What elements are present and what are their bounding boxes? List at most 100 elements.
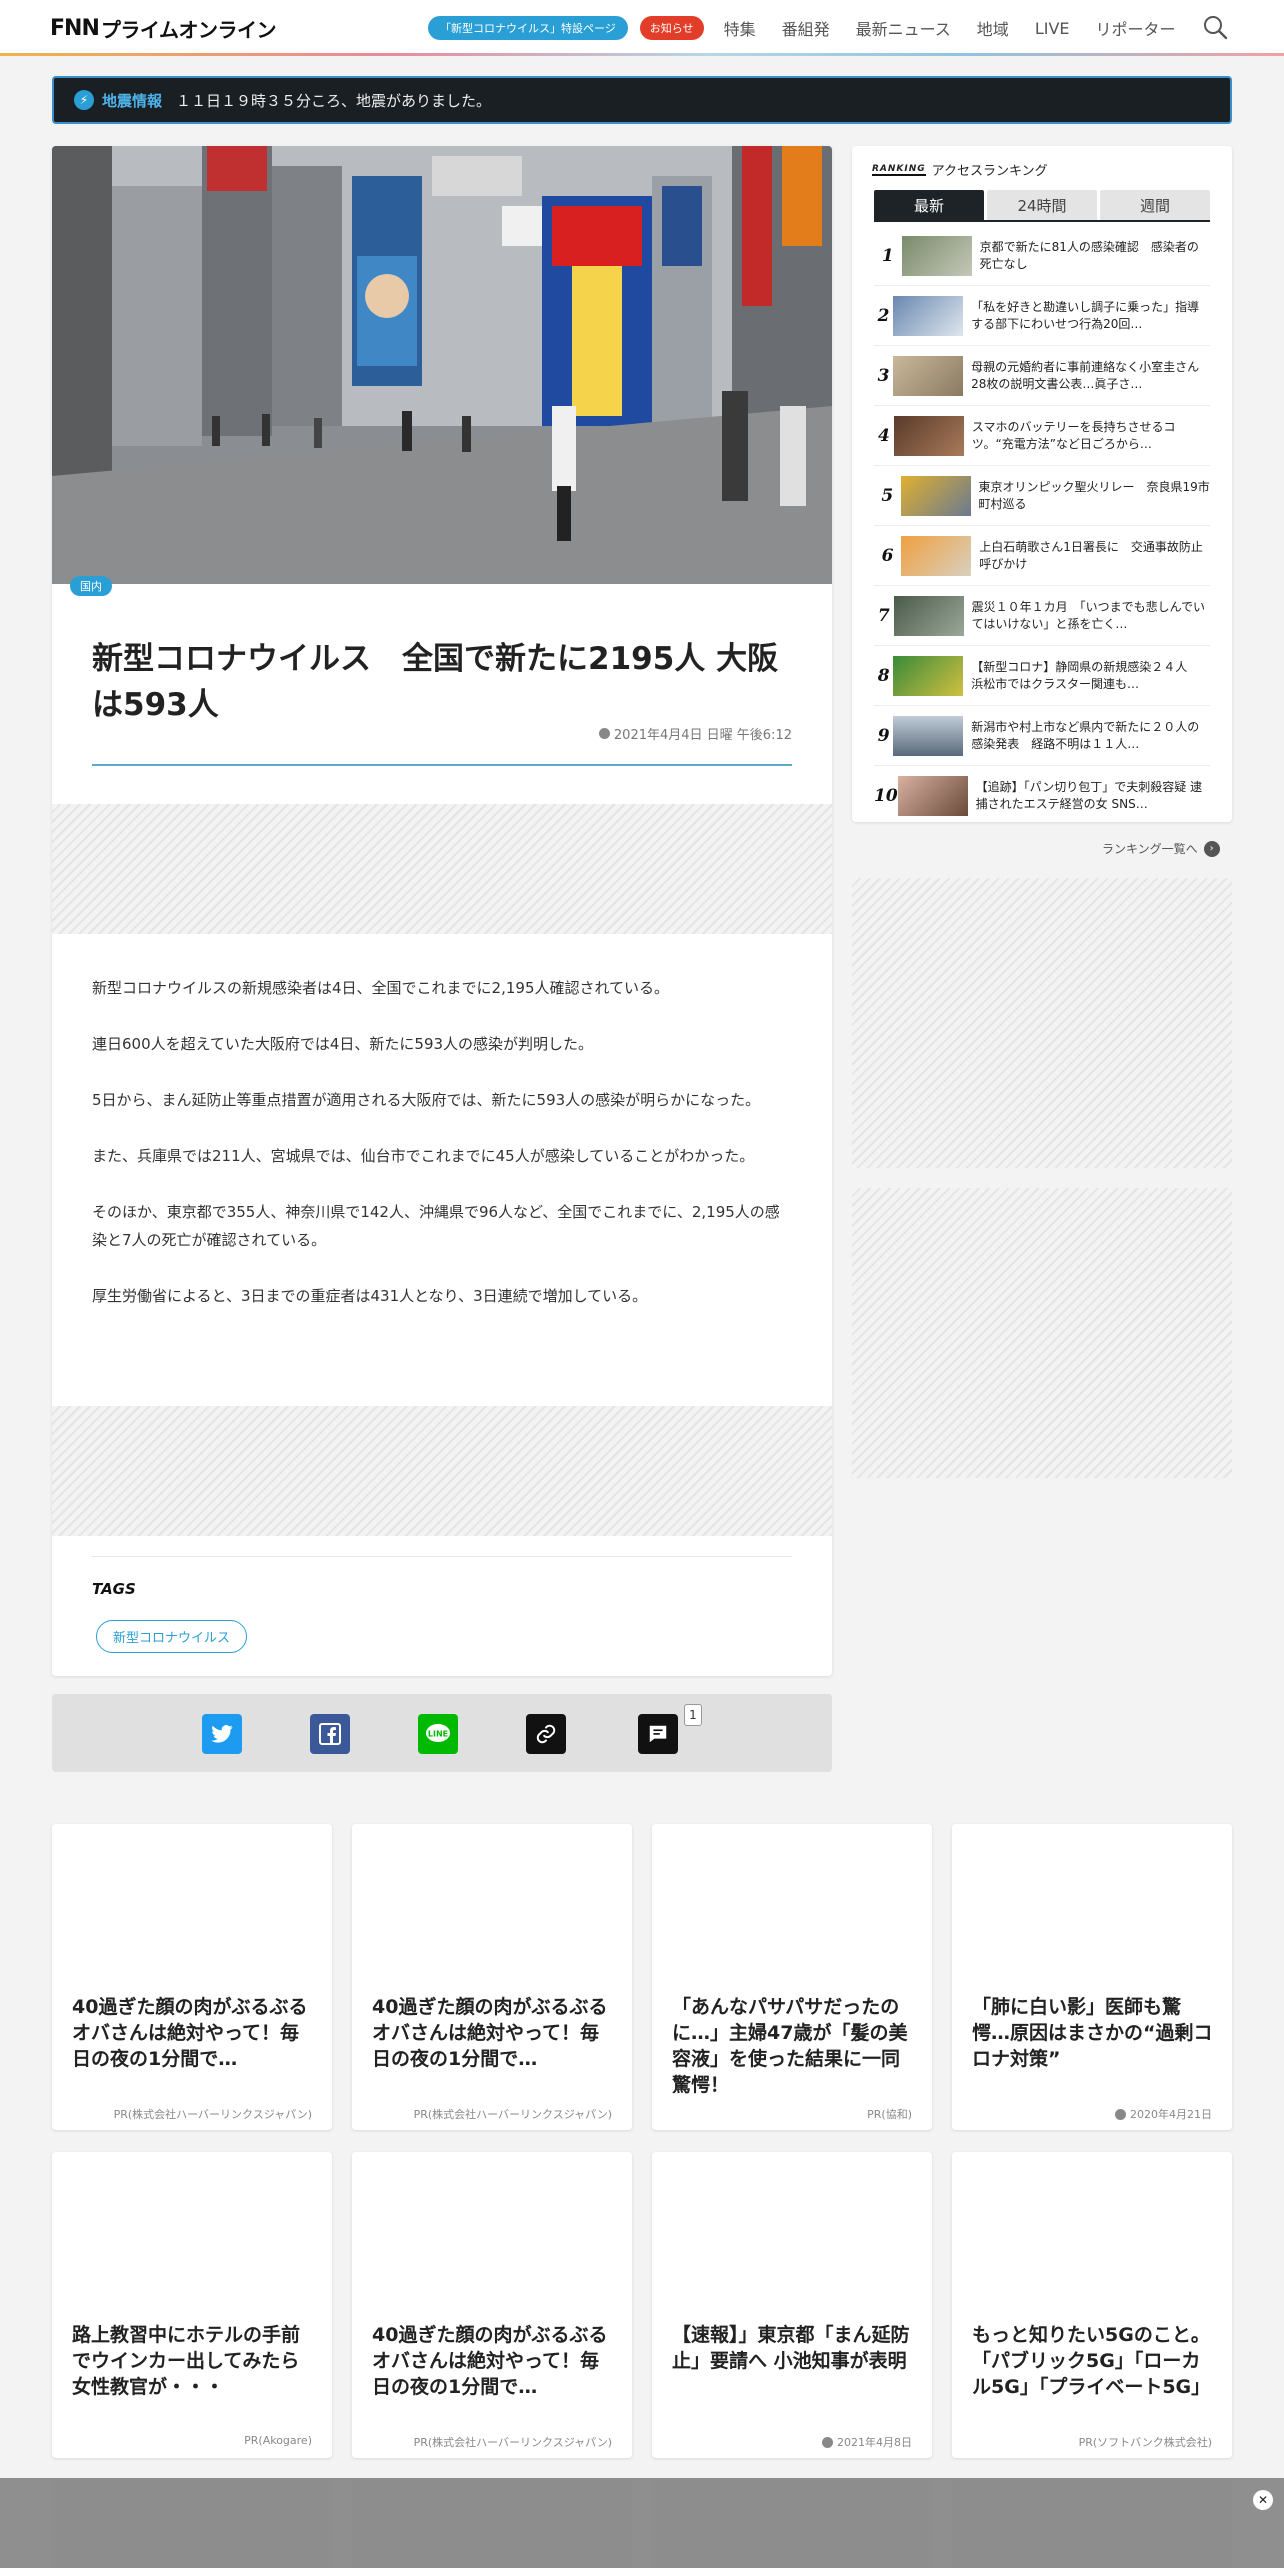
- facebook-share-button[interactable]: [310, 1714, 350, 1754]
- recommend-meta: PR(ソフトバンク株式会社): [1078, 2436, 1212, 2449]
- tags-divider: [92, 1556, 792, 1557]
- ranking-headline: スマホのバッテリーを長持ちさせるコツ。“充電方法”など日ごろから…: [971, 419, 1176, 451]
- ranking-item[interactable]: 2 「私を好きと勘違いし調子に乗った」指導する部下にわいせつ行為20回…: [874, 286, 1210, 346]
- special-page-link[interactable]: 「新型コロナウイルス」特設ページ: [428, 16, 628, 40]
- clock-icon: [822, 2436, 833, 2448]
- logo-text: プライムオンライン: [100, 17, 277, 42]
- side-ad-placeholder-1: [852, 878, 1232, 1168]
- article-date-text: 2021年4月4日 日曜 午後6:12: [613, 728, 792, 743]
- recommend-date: 2021年4月8日: [837, 2436, 912, 2449]
- lightning-icon: ⚡: [74, 90, 94, 110]
- twitter-icon: [211, 1725, 233, 1743]
- ranking-number: 7: [877, 605, 890, 626]
- ranking-logo: RANKING: [872, 163, 926, 176]
- ranking-item[interactable]: 8 【新型コロナ】静岡県の新規感染２４人 浜松市ではクラスター関連も…: [874, 646, 1210, 706]
- article-paragraph: 連日600人を超えていた大阪府では4日、新たに593人の感染が判明した。: [92, 1035, 594, 1053]
- ranking-item[interactable]: 5 東京オリンピック聖火リレー 奈良県19市町村巡る: [874, 466, 1210, 526]
- ranking-item[interactable]: 9 新潟市や村上市など県内で新たに２０人の感染発表 経路不明は１１人…: [874, 706, 1210, 766]
- recommend-card[interactable]: 40過ぎた顔の肉がぶるぶるオバさんは絶対やって！毎日の夜の1分間で… PR(株式…: [352, 1824, 632, 2130]
- ranking-headline: 「私を好きと勘違いし調子に乗った」指導する部下にわいせつ行為20回…: [971, 299, 1200, 331]
- comment-icon: [649, 1725, 667, 1743]
- recommend-title: もっと知りたい5Gのこと。「パブリック5G」「ローカル5G」「プライベート5G」: [972, 2324, 1211, 2398]
- ranking-item[interactable]: 7 震災１０年１カ月 「いつまでも悲しんでいてはいけない」と孫を亡く…: [874, 586, 1210, 646]
- nav-live[interactable]: LIVE: [1035, 19, 1070, 38]
- main-nav: 「新型コロナウイルス」特設ページ お知らせ 特集 番組発 最新ニュース 地域 L…: [428, 14, 1202, 42]
- tab-weekly[interactable]: 週間: [1100, 190, 1210, 220]
- comment-button[interactable]: [638, 1714, 678, 1754]
- ranking-item[interactable]: 4 スマホのバッテリーを長持ちさせるコツ。“充電方法”など日ごろから…: [874, 406, 1210, 466]
- twitter-share-button[interactable]: [202, 1714, 242, 1754]
- recommend-card[interactable]: 40過ぎた顔の肉がぶるぶるオバさんは絶対やって！毎日の夜の1分間で… PR(株式…: [352, 2152, 632, 2458]
- recommend-card[interactable]: 路上教習中にホテルの手前でウインカー出してみたら女性教官が・・・ PR(Akog…: [52, 2152, 332, 2458]
- facebook-icon: [319, 1723, 341, 1745]
- ranking-thumbnail: [893, 655, 964, 696]
- header-gradient-line: [0, 53, 1284, 56]
- tab-24h[interactable]: 24時間: [987, 190, 1097, 220]
- ranking-headline: 母親の元婚約者に事前連絡なく小室圭さん28枚の説明文書公表…眞子さ…: [971, 359, 1200, 391]
- site-logo[interactable]: FNN プライムオンライン: [50, 16, 277, 42]
- article-body: 新型コロナウイルスの新規感染者は4日、全国でこれまでに2,195人確認されている…: [92, 974, 792, 1338]
- recommend-card[interactable]: もっと知りたい5Gのこと。「パブリック5G」「ローカル5G」「プライベート5G」…: [952, 2152, 1232, 2458]
- ranking-item[interactable]: 3 母親の元婚約者に事前連絡なく小室圭さん28枚の説明文書公表…眞子さ…: [874, 346, 1210, 406]
- ranking-number: 4: [878, 425, 890, 446]
- article-card: 国内 新型コロナウイルス 全国で新たに2195人 大阪は593人 2021年4月…: [52, 146, 832, 1676]
- nav-region[interactable]: 地域: [977, 16, 1009, 40]
- earthquake-alert[interactable]: ⚡ 地震情報 １１日１９時３５分ころ、地震がありました。: [52, 76, 1232, 124]
- recommend-meta: 2021年4月8日: [822, 2434, 912, 2450]
- ranking-thumbnail: [897, 776, 968, 816]
- recommend-title: 「あんなパサパサだったのに…」主婦47歳が「髪の美容液」を使った結果に一同驚愕！: [672, 1996, 908, 2096]
- ranking-tabs-underline: [874, 220, 1210, 222]
- ranking-item[interactable]: 6 上白石萌歌さん1日署長に 交通事故防止呼びかけ: [874, 526, 1210, 586]
- ranking-title: アクセスランキング: [931, 164, 1048, 179]
- search-icon[interactable]: [1202, 14, 1228, 40]
- ranking-thumbnail: [900, 475, 971, 516]
- ranking-more-link[interactable]: ランキング一覧へ ›: [1102, 840, 1220, 857]
- recommend-title: 【速報】」東京都「まん延防止」要請へ 小池知事が表明: [672, 2324, 910, 2372]
- recommend-card[interactable]: 「肺に白い影」医師も驚愕…原因はまさかの“過剰コロナ対策” 2020年4月21日: [952, 1824, 1232, 2130]
- recommend-card[interactable]: 「あんなパサパサだったのに…」主婦47歳が「髪の美容液」を使った結果に一同驚愕！…: [652, 1824, 932, 2130]
- ranking-thumbnail: [893, 415, 964, 456]
- alert-label: 地震情報: [102, 91, 163, 110]
- tag-covid[interactable]: 新型コロナウイルス: [96, 1620, 248, 1653]
- ranking-headline: 上白石萌歌さん1日署長に 交通事故防止呼びかけ: [979, 539, 1203, 571]
- close-icon[interactable]: ✕: [1253, 2490, 1273, 2510]
- ranking-item[interactable]: 1 京都で新たに81人の感染確認 感染者の死亡なし: [874, 226, 1210, 286]
- title-divider: [92, 764, 792, 766]
- category-badge[interactable]: 国内: [70, 576, 112, 596]
- ranking-number: 6: [881, 545, 894, 566]
- copy-link-button[interactable]: [526, 1714, 566, 1754]
- chevron-right-icon: ›: [1203, 840, 1220, 857]
- clock-icon: [598, 728, 610, 739]
- nav-latest-news[interactable]: 最新ニュース: [856, 16, 951, 40]
- tab-latest[interactable]: 最新: [874, 190, 984, 220]
- side-ad-placeholder-2: [852, 1188, 1232, 1478]
- article-paragraph: 5日から、まん延防止等重点措置が適用される大阪府では、新たに593人の感染が明ら…: [92, 1091, 761, 1109]
- recommend-title: 40過ぎた顔の肉がぶるぶるオバさんは絶対やって！毎日の夜の1分間で…: [372, 1996, 608, 2070]
- ranking-item[interactable]: 10 【追跡】「パン切り包丁」で夫刺殺容疑 逮捕されたエステ経営の女 SNS…: [874, 766, 1210, 826]
- nav-reporter[interactable]: リポーター: [1096, 16, 1176, 40]
- recommend-meta: PR(株式会社ハーバーリンクスジャパン): [413, 2436, 612, 2449]
- nav-feature[interactable]: 特集: [724, 16, 756, 40]
- recommend-card[interactable]: 40過ぎた顔の肉がぶるぶるオバさんは絶対やって！毎日の夜の1分間で… PR(株式…: [52, 1824, 332, 2130]
- article-paragraph: そのほか、東京都で355人、神奈川県で142人、沖縄県で96人など、全国でこれま…: [92, 1203, 780, 1249]
- comment-count: 1: [684, 1704, 702, 1726]
- recommend-title: 40過ぎた顔の肉がぶるぶるオバさんは絶対やって！毎日の夜の1分間で…: [72, 1996, 308, 2070]
- article-date: 2021年4月4日 日曜 午後6:12: [598, 724, 792, 743]
- article-paragraph: 新型コロナウイルスの新規感染者は4日、全国でこれまでに2,195人確認されている…: [92, 979, 670, 997]
- article-title: 新型コロナウイルス 全国で新たに2195人 大阪は593人: [92, 641, 779, 723]
- ranking-headline: 京都で新たに81人の感染確認 感染者の死亡なし: [979, 239, 1199, 271]
- notice-link[interactable]: お知らせ: [639, 16, 704, 40]
- recommend-card[interactable]: 【速報】」東京都「まん延防止」要請へ 小池知事が表明 2021年4月8日: [652, 2152, 932, 2458]
- ranking-tabs: 最新 24時間 週間: [874, 190, 1210, 220]
- recommend-meta: PR(Akogare): [244, 2434, 312, 2447]
- ad-placeholder-bottom: [52, 1406, 832, 1536]
- nav-programs[interactable]: 番組発: [782, 16, 830, 40]
- recommend-title: 路上教習中にホテルの手前でウインカー出してみたら女性教官が・・・: [72, 2324, 301, 2398]
- line-share-button[interactable]: LINE: [418, 1714, 458, 1754]
- ranking-headline: 【追跡】「パン切り包丁」で夫刺殺容疑 逮捕されたエステ経営の女 SNS…: [975, 780, 1203, 811]
- ranking-thumbnail: [893, 295, 964, 336]
- ranking-thumbnail: [901, 235, 972, 276]
- recommend-meta: 2020年4月21日: [1115, 2106, 1212, 2122]
- ranking-thumbnail: [893, 595, 964, 636]
- ranking-number: 8: [877, 665, 890, 686]
